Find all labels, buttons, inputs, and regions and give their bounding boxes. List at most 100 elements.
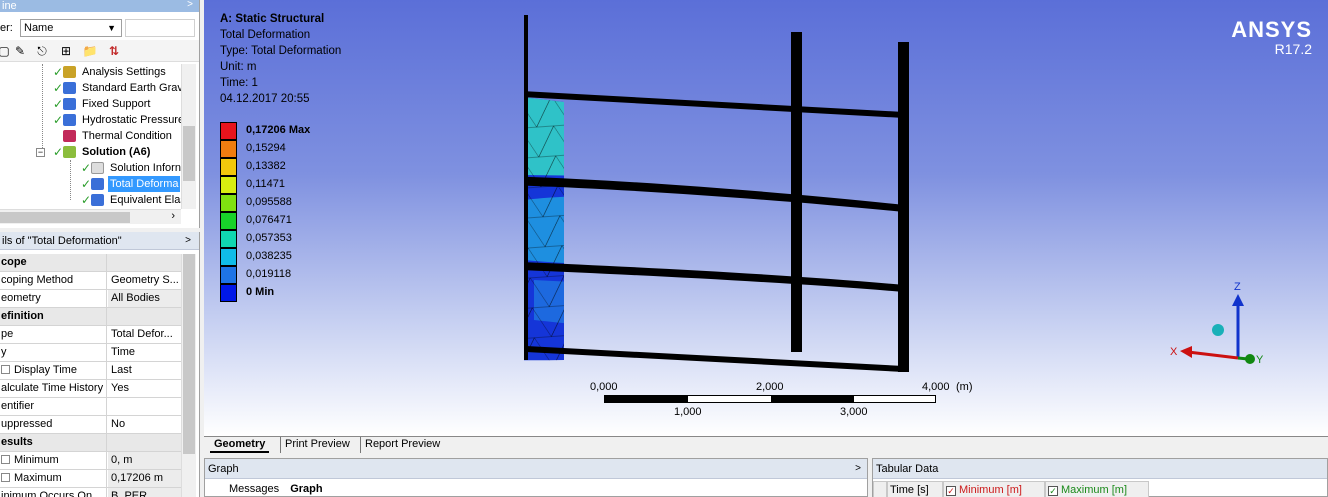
result-unit: Unit: m	[220, 61, 257, 73]
details-value[interactable]: Last	[108, 362, 181, 379]
legend-swatch	[220, 212, 237, 230]
details-key: inimum Occurs On	[0, 488, 107, 497]
deformation-icon	[91, 178, 104, 190]
sort-icon[interactable]: ⇅	[106, 43, 122, 59]
tree-branch-icon[interactable]: ⎋	[34, 43, 50, 59]
details-key: Maximum	[0, 470, 107, 487]
details-row[interactable]: uppressed No	[0, 416, 181, 434]
axis-triad[interactable]: Z X Y	[1168, 280, 1278, 380]
tab-geometry[interactable]: Geometry	[210, 437, 270, 453]
check-icon: ✓	[81, 193, 92, 207]
folder-icon[interactable]: 📁	[82, 43, 98, 59]
details-key: y	[0, 344, 107, 361]
tab-messages[interactable]: Messages	[225, 481, 283, 497]
collapse-icon[interactable]: −	[36, 148, 45, 157]
gravity-icon	[63, 82, 76, 94]
details-row[interactable]: Maximum 0,17206 m	[0, 470, 181, 488]
tree-item-hydrostatic-pressure[interactable]: ✓ Hydrostatic Pressure	[53, 112, 181, 128]
tree-item-total-deformation[interactable]: ✓ Total Deforma	[81, 176, 181, 192]
details-row[interactable]: coping Method Geometry S...	[0, 272, 181, 290]
legend-swatch	[220, 284, 237, 302]
details-group-header[interactable]: cope	[0, 254, 181, 272]
tree-item-earth-gravity[interactable]: ✓ Standard Earth Grav	[53, 80, 181, 96]
details-row[interactable]: Minimum 0, m	[0, 452, 181, 470]
scale-label: 1,000	[674, 406, 702, 418]
thermal-icon	[63, 130, 76, 142]
graph-tab-strip: Messages Graph	[225, 481, 327, 497]
expand-all-icon[interactable]: ⊞	[58, 43, 74, 59]
details-value[interactable]: 0,17206 m	[108, 470, 181, 487]
details-value[interactable]: B_PER...	[108, 488, 181, 497]
legend-label: 0,076471	[246, 214, 292, 226]
details-pane: ils of "Total Deformation" ˃ cope coping …	[0, 232, 200, 497]
details-value[interactable]	[108, 398, 181, 415]
details-group-header[interactable]: esults	[0, 434, 181, 452]
tab-report-preview[interactable]: Report Preview	[360, 437, 444, 453]
details-row[interactable]: y Time	[0, 344, 181, 362]
legend-swatch	[220, 176, 237, 194]
details-key: pe	[0, 326, 107, 343]
details-vertical-scrollbar[interactable]	[181, 254, 196, 497]
tree-item-equivalent-elastic[interactable]: ✓ Equivalent Elas	[81, 192, 181, 208]
filter-row: er: Name ▼	[0, 18, 199, 38]
pin-icon[interactable]: ˃	[187, 0, 193, 11]
details-value[interactable]: 0, m	[108, 452, 181, 469]
triad-y-label: Y	[1256, 354, 1264, 366]
details-row[interactable]: entifier	[0, 398, 181, 416]
scale-unit: (m)	[956, 381, 973, 393]
chevron-down-icon: ▼	[107, 23, 116, 33]
filter-select[interactable]: Name ▼	[20, 19, 122, 37]
tab-graph[interactable]: Graph	[286, 481, 326, 497]
legend-label: 0,038235	[246, 250, 292, 262]
ansys-logo: ANSYS R17.2	[1231, 18, 1312, 57]
details-row[interactable]: eometry All Bodies	[0, 290, 181, 308]
tab-print-preview[interactable]: Print Preview	[280, 437, 354, 453]
outline-vertical-scrollbar[interactable]	[181, 64, 196, 209]
details-row[interactable]: Display Time Last	[0, 362, 181, 380]
legend-swatch	[220, 266, 237, 284]
details-value[interactable]: Total Defor...	[108, 326, 181, 343]
column-header-time[interactable]: Time [s]	[887, 481, 943, 497]
legend-label: 0,15294	[246, 142, 286, 154]
tabular-title-bar: Tabular Data	[873, 459, 1327, 479]
check-icon: ✓	[53, 65, 64, 79]
legend-label: 0 Min	[246, 286, 275, 298]
parameter-checkbox[interactable]	[1, 473, 10, 482]
parameter-checkbox[interactable]	[1, 455, 10, 464]
pin-icon[interactable]: ˃	[185, 232, 191, 250]
tree-item-analysis-settings[interactable]: ✓ Analysis Settings	[53, 64, 181, 80]
outline-horizontal-scrollbar[interactable]: ›	[0, 209, 181, 224]
details-value[interactable]: All Bodies	[108, 290, 181, 307]
legend-label: 0,095588	[246, 196, 292, 208]
details-group-header[interactable]: efinition	[0, 308, 181, 326]
tree-item-solution[interactable]: ✓ Solution (A6)	[53, 144, 181, 160]
viewport-tab-strip: Geometry Print Preview Report Preview	[204, 436, 1328, 454]
column-header-minimum[interactable]: ✓ Minimum [m]	[943, 481, 1045, 497]
filter-value: Name	[24, 22, 54, 34]
filter-search-input[interactable]	[125, 19, 195, 37]
pin-icon[interactable]: ˃	[855, 459, 861, 479]
tree-item-solution-information[interactable]: ✓ Solution Inforn	[81, 160, 181, 176]
checkbox-checked-icon[interactable]: ✓	[946, 486, 956, 496]
details-value[interactable]: Time	[108, 344, 181, 361]
details-row[interactable]: inimum Occurs On B_PER...	[0, 488, 181, 497]
details-value[interactable]: Yes	[108, 380, 181, 397]
details-row[interactable]: pe Total Defor...	[0, 326, 181, 344]
pressure-icon	[63, 114, 76, 126]
parameter-checkbox[interactable]	[1, 365, 10, 374]
tree-item-fixed-support[interactable]: ✓ Fixed Support	[53, 96, 181, 112]
column-header-maximum[interactable]: ✓ Maximum [m]	[1045, 481, 1149, 497]
tree-item-thermal-condition[interactable]: Thermal Condition	[53, 128, 181, 144]
chevron-right-icon[interactable]: ›	[171, 210, 175, 222]
collapse-icon[interactable]: ▢	[0, 43, 12, 59]
fe-model-render[interactable]	[524, 10, 1044, 390]
legend-swatch	[220, 140, 237, 158]
details-row[interactable]: alculate Time History Yes	[0, 380, 181, 398]
details-key: Display Time	[0, 362, 107, 379]
check-icon: ✓	[81, 161, 92, 175]
edit-icon[interactable]: ✎	[12, 43, 28, 59]
details-value[interactable]: Geometry S...	[108, 272, 181, 289]
checkbox-checked-icon[interactable]: ✓	[1048, 486, 1058, 496]
details-value[interactable]: No	[108, 416, 181, 433]
graphics-viewport[interactable]: A: Static Structural Total Deformation T…	[204, 0, 1328, 436]
